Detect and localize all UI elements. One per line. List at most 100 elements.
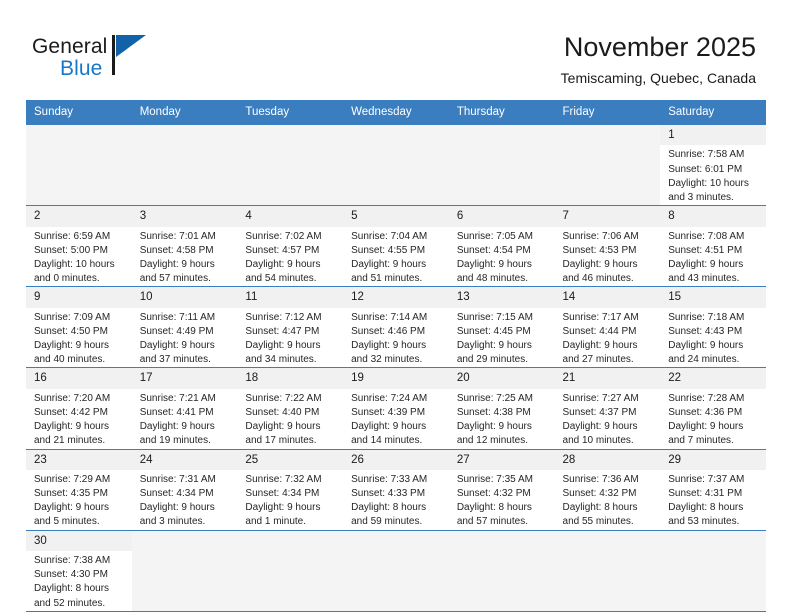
day-number: 8 xyxy=(660,206,766,227)
calendar-day-cell[interactable]: 14 Sunrise: 7:17 AM Sunset: 4:44 PM Dayligh… xyxy=(554,286,661,369)
day-details: Sunrise: 7:05 AM Sunset: 4:54 PM Daylight:… xyxy=(449,227,555,287)
day-cell-content xyxy=(237,125,344,205)
day-detail-sunrise: Sunrise: 7:01 AM xyxy=(139,230,216,242)
day-detail-sunrise: Sunrise: 7:14 AM xyxy=(351,311,428,323)
day-detail-sunset: Sunset: 4:41 PM xyxy=(139,406,214,418)
day-detail-sunrise: Sunrise: 7:32 AM xyxy=(245,473,322,485)
weekday-header-wednesday: Wednesday xyxy=(343,100,449,125)
day-details: Sunrise: 7:31 AM Sunset: 4:34 PM Daylight:… xyxy=(132,470,238,530)
day-cell-content: 20 Sunrise: 7:25 AM Sunset: 4:38 PM Dayligh… xyxy=(448,368,555,449)
calendar-day-cell[interactable]: 23 Sunrise: 7:29 AM Sunset: 4:35 PM Dayligh… xyxy=(26,448,132,531)
calendar-day-cell[interactable]: 22 Sunrise: 7:28 AM Sunset: 4:36 PM Dayligh… xyxy=(660,367,766,450)
calendar-day-cell[interactable]: 26 Sunrise: 7:33 AM Sunset: 4:33 PM Dayligh… xyxy=(343,448,449,531)
day-cell-content xyxy=(554,125,661,205)
day-detail-sunset: Sunset: 4:33 PM xyxy=(351,488,426,500)
day-detail-sunset: Sunset: 4:58 PM xyxy=(139,244,214,256)
day-detail-sunrise: Sunrise: 7:25 AM xyxy=(456,392,533,404)
day-cell-content: 17 Sunrise: 7:21 AM Sunset: 4:41 PM Dayligh… xyxy=(131,368,238,448)
day-details: Sunrise: 7:20 AM Sunset: 4:42 PM Daylight:… xyxy=(26,389,132,449)
calendar-day-cell[interactable]: 1 Sunrise: 7:58 AM Sunset: 6:01 PM Daylight… xyxy=(660,123,766,207)
day-detail-daylight1: Daylight: 9 hours xyxy=(351,258,427,270)
day-detail-sunrise: Sunrise: 7:05 AM xyxy=(456,230,533,242)
calendar-day-cell[interactable]: 30 Sunrise: 7:38 AM Sunset: 4:30 PM Dayligh… xyxy=(26,529,132,612)
day-detail-sunset: Sunset: 4:35 PM xyxy=(34,488,108,500)
calendar-day-cell[interactable]: 4 Sunrise: 7:02 AM Sunset: 4:57 PM Daylight… xyxy=(237,205,344,288)
day-details: Sunrise: 7:14 AM Sunset: 4:46 PM Daylight:… xyxy=(343,308,449,368)
calendar-day-cell[interactable]: 25 Sunrise: 7:32 AM Sunset: 4:34 PM Dayligh… xyxy=(237,448,344,531)
calendar-day-cell[interactable]: 24 Sunrise: 7:31 AM Sunset: 4:34 PM Dayligh… xyxy=(131,448,238,531)
calendar-day-cell[interactable]: 3 Sunrise: 7:01 AM Sunset: 4:58 PM Daylight… xyxy=(131,205,238,288)
calendar-day-cell[interactable]: 20 Sunrise: 7:25 AM Sunset: 4:38 PM Dayligh… xyxy=(448,367,555,450)
calendar-day-cell[interactable]: 11 Sunrise: 7:12 AM Sunset: 4:47 PM Dayligh… xyxy=(237,286,344,369)
day-detail-daylight2: and 3 minutes. xyxy=(668,191,734,203)
calendar-day-cell[interactable]: 9 Sunrise: 7:09 AM Sunset: 4:50 PM Daylight… xyxy=(26,286,132,369)
day-detail-sunrise: Sunrise: 7:06 AM xyxy=(562,230,639,242)
day-detail-daylight1: Daylight: 9 hours xyxy=(245,421,321,433)
day-detail-sunrise: Sunrise: 7:37 AM xyxy=(668,473,745,485)
calendar-day-cell[interactable]: 6 Sunrise: 7:05 AM Sunset: 4:54 PM Daylight… xyxy=(448,205,555,288)
calendar-day-cell[interactable]: 28 Sunrise: 7:36 AM Sunset: 4:32 PM Dayligh… xyxy=(554,448,661,531)
day-number: 14 xyxy=(554,287,661,308)
day-number: 26 xyxy=(343,449,449,470)
logo-general-blue[interactable]: General Blue xyxy=(32,30,152,82)
day-number: 28 xyxy=(554,449,661,470)
day-detail-sunrise: Sunrise: 7:18 AM xyxy=(668,311,745,323)
day-details: Sunrise: 7:04 AM Sunset: 4:55 PM Daylight:… xyxy=(343,227,449,287)
day-number: 1 xyxy=(660,125,766,146)
day-detail-sunset: Sunset: 4:47 PM xyxy=(245,325,320,337)
calendar-day-cell[interactable]: 7 Sunrise: 7:06 AM Sunset: 4:53 PM Daylight… xyxy=(554,205,661,288)
day-detail-sunrise: Sunrise: 7:02 AM xyxy=(245,230,322,242)
day-detail-sunrise: Sunrise: 7:11 AM xyxy=(139,311,216,323)
day-details: Sunrise: 7:17 AM Sunset: 4:44 PM Daylight:… xyxy=(555,308,661,368)
day-details: Sunrise: 7:18 AM Sunset: 4:43 PM Daylight:… xyxy=(660,308,766,368)
calendar-day-cell[interactable]: 10 Sunrise: 7:11 AM Sunset: 4:49 PM Dayligh… xyxy=(131,286,238,369)
calendar-day-cell[interactable]: 5 Sunrise: 7:04 AM Sunset: 4:55 PM Daylight… xyxy=(343,205,449,288)
day-number: 11 xyxy=(237,287,344,308)
day-cell-content: 21 Sunrise: 7:27 AM Sunset: 4:37 PM Dayligh… xyxy=(554,368,661,448)
day-detail-daylight1: Daylight: 9 hours xyxy=(668,421,744,433)
calendar-day-cell[interactable]: 29 Sunrise: 7:37 AM Sunset: 4:31 PM Dayligh… xyxy=(660,448,766,531)
day-cell-content: 11 Sunrise: 7:12 AM Sunset: 4:47 PM Dayligh… xyxy=(237,287,344,367)
day-cell-content: 29 Sunrise: 7:37 AM Sunset: 4:31 PM Dayligh… xyxy=(660,449,766,530)
logo-flagpole-icon xyxy=(112,35,115,75)
calendar-day-cell[interactable]: 13 Sunrise: 7:15 AM Sunset: 4:45 PM Dayligh… xyxy=(448,286,555,369)
day-detail-sunrise: Sunrise: 7:31 AM xyxy=(139,473,216,485)
day-detail-sunrise: Sunrise: 7:15 AM xyxy=(456,311,533,323)
day-cell-content: 26 Sunrise: 7:33 AM Sunset: 4:33 PM Dayligh… xyxy=(343,449,449,530)
day-cell-content xyxy=(237,530,344,611)
day-cell-content: 14 Sunrise: 7:17 AM Sunset: 4:44 PM Dayligh… xyxy=(554,287,661,368)
day-detail-daylight1: Daylight: 9 hours xyxy=(139,340,215,351)
day-number: 23 xyxy=(26,449,132,470)
calendar-day-cell[interactable]: 12 Sunrise: 7:14 AM Sunset: 4:46 PM Dayligh… xyxy=(343,286,449,369)
calendar-day-cell[interactable]: 27 Sunrise: 7:35 AM Sunset: 4:32 PM Dayligh… xyxy=(448,448,555,531)
calendar-day-cell[interactable]: 21 Sunrise: 7:27 AM Sunset: 4:37 PM Dayligh… xyxy=(554,367,661,450)
calendar-day-cell[interactable]: 15 Sunrise: 7:18 AM Sunset: 4:43 PM Dayligh… xyxy=(660,286,766,369)
day-details: Sunrise: 7:01 AM Sunset: 4:58 PM Daylight:… xyxy=(132,227,238,287)
day-details: Sunrise: 7:15 AM Sunset: 4:45 PM Daylight:… xyxy=(449,308,555,368)
day-cell-content: 18 Sunrise: 7:22 AM Sunset: 4:40 PM Dayligh… xyxy=(237,368,344,448)
calendar-day-cell[interactable]: 2 Sunrise: 6:59 AM Sunset: 5:00 PM Daylight… xyxy=(26,205,132,288)
day-cell-content xyxy=(343,530,449,611)
calendar-day-cell[interactable]: 8 Sunrise: 7:08 AM Sunset: 4:51 PM Daylight… xyxy=(660,205,766,288)
day-cell-content: 28 Sunrise: 7:36 AM Sunset: 4:32 PM Dayligh… xyxy=(554,449,661,530)
day-number: 18 xyxy=(237,368,344,389)
day-detail-sunrise: Sunrise: 7:38 AM xyxy=(34,555,111,566)
day-cell-content: 6 Sunrise: 7:05 AM Sunset: 4:54 PM Daylight… xyxy=(448,206,555,287)
day-detail-sunset: Sunset: 4:39 PM xyxy=(351,406,426,418)
day-detail-sunrise: Sunrise: 7:33 AM xyxy=(351,473,428,485)
calendar-day-cell[interactable]: 17 Sunrise: 7:21 AM Sunset: 4:41 PM Dayligh… xyxy=(131,367,238,450)
day-cell-content: 22 Sunrise: 7:28 AM Sunset: 4:36 PM Dayligh… xyxy=(660,368,766,448)
page-subtitle: Temiscaming, Quebec, Canada xyxy=(560,70,756,87)
calendar-empty-cell xyxy=(343,529,449,612)
calendar-day-cell[interactable]: 19 Sunrise: 7:24 AM Sunset: 4:39 PM Dayligh… xyxy=(343,367,449,450)
day-details: Sunrise: 7:25 AM Sunset: 4:38 PM Daylight:… xyxy=(449,389,555,449)
weekday-header-thursday: Thursday xyxy=(448,100,555,125)
calendar-day-cell[interactable]: 18 Sunrise: 7:22 AM Sunset: 4:40 PM Dayligh… xyxy=(237,367,344,450)
day-number: 4 xyxy=(237,206,344,227)
calendar-day-cell[interactable]: 16 Sunrise: 7:20 AM Sunset: 4:42 PM Dayligh… xyxy=(26,367,132,450)
day-detail-sunset: Sunset: 4:49 PM xyxy=(139,325,214,337)
day-detail-daylight2: and 52 minutes. xyxy=(34,597,106,609)
day-detail-daylight2: and 3 minutes. xyxy=(139,516,206,528)
day-details: Sunrise: 7:37 AM Sunset: 4:31 PM Daylight:… xyxy=(660,470,766,530)
day-details: Sunrise: 7:09 AM Sunset: 4:50 PM Daylight:… xyxy=(26,308,132,368)
